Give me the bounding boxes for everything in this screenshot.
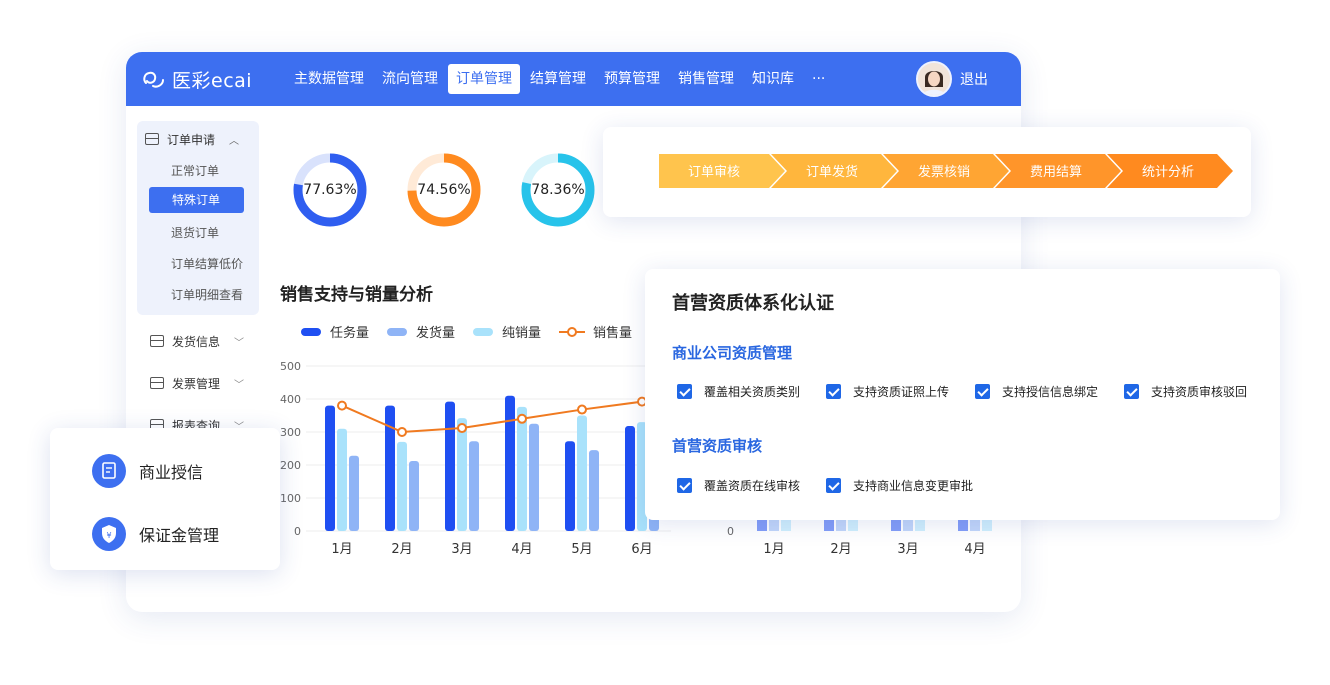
bar-stub — [769, 520, 779, 531]
bar-任务量[interactable] — [325, 405, 335, 531]
x-tick-label: 1月 — [763, 542, 784, 557]
bar-stub — [757, 520, 767, 531]
bar-stub — [970, 520, 980, 531]
qualification-title: 首营资质体系化认证 — [672, 293, 834, 314]
bar-stub — [781, 520, 791, 531]
bar-任务量[interactable] — [565, 441, 575, 531]
credit-card: 商业授信 ¥ 保证金管理 — [50, 428, 280, 570]
checkbox-label: 覆盖相关资质类别 — [704, 385, 801, 399]
bar-发货量[interactable] — [469, 441, 479, 531]
checkbox-label: 支持资质证照上传 — [853, 385, 950, 399]
bar-纯销量[interactable] — [397, 441, 407, 531]
bar-stub — [915, 520, 925, 531]
process-step-label: 费用结算 — [1030, 165, 1082, 180]
x-tick-label: 3月 — [451, 542, 472, 557]
bar-任务量[interactable] — [625, 426, 635, 531]
shield-yuan-icon: ¥ — [92, 517, 126, 551]
checkbox-checked-icon[interactable] — [677, 478, 692, 493]
checkbox-item[interactable]: 支持资质审核驳回 — [1124, 383, 1247, 400]
checkbox-checked-icon[interactable] — [826, 384, 841, 399]
section-title: 商业公司资质管理 — [672, 344, 793, 362]
y-tick-label: 500 — [280, 360, 301, 373]
x-tick-label: 3月 — [897, 542, 918, 557]
line-point[interactable] — [577, 404, 587, 415]
y-tick-label: 0 — [294, 525, 301, 538]
document-icon — [92, 454, 126, 488]
bar-stub — [958, 520, 968, 531]
checkbox-item[interactable]: 覆盖相关资质类别 — [677, 383, 800, 400]
credit-item-label: 保证金管理 — [139, 526, 220, 545]
x-tick-label: 5月 — [571, 542, 592, 557]
checkbox-checked-icon[interactable] — [975, 384, 990, 399]
line-point[interactable] — [517, 413, 527, 424]
bar-stub — [982, 520, 992, 531]
bar-任务量[interactable] — [445, 401, 455, 531]
bar-任务量[interactable] — [505, 395, 515, 531]
bar-发货量[interactable] — [349, 455, 359, 531]
section-title: 首营资质审核 — [672, 437, 763, 455]
y-tick-label: 400 — [280, 393, 301, 406]
line-point[interactable] — [397, 427, 407, 437]
process-flow-card: 订单审核 订单发货 发票核销 费用结算 统计分析 — [603, 127, 1251, 217]
bar-发货量[interactable] — [589, 450, 599, 531]
bar-纯销量[interactable] — [577, 415, 587, 532]
checkbox-item[interactable]: 支持授信信息绑定 — [975, 383, 1098, 400]
checkbox-item[interactable]: 支持商业信息变更审批 — [826, 477, 973, 494]
x-tick-label: 4月 — [964, 542, 985, 557]
bar-stub — [903, 520, 913, 531]
y-tick-label: 200 — [280, 459, 301, 472]
checkbox-checked-icon[interactable] — [1124, 384, 1139, 399]
bar-纯销量[interactable] — [457, 418, 467, 531]
process-step-label: 统计分析 — [1142, 165, 1194, 180]
bar-发货量[interactable] — [409, 461, 419, 531]
line-point[interactable] — [337, 400, 347, 411]
bar-stub — [848, 520, 858, 531]
x-tick-label: 6月 — [631, 542, 652, 557]
process-step-label: 订单审核 — [688, 165, 740, 180]
checkbox-item[interactable]: 覆盖资质在线审核 — [677, 477, 800, 494]
checkbox-label: 支持授信信息绑定 — [1002, 385, 1099, 399]
y-tick-label: 100 — [280, 492, 301, 505]
credit-item-deposit[interactable]: ¥ 保证金管理 — [92, 517, 219, 551]
x-tick-label: 1月 — [331, 542, 352, 557]
x-tick-label: 4月 — [511, 542, 532, 557]
credit-item-label: 商业授信 — [139, 463, 204, 482]
bar-纯销量[interactable] — [337, 428, 347, 531]
bar-stub — [891, 520, 901, 531]
qualification-card: 首营资质体系化认证 商业公司资质管理 覆盖相关资质类别 支持资质证照上传 支持授… — [645, 269, 1280, 520]
checkbox-label: 覆盖资质在线审核 — [704, 479, 801, 493]
bar-stub — [824, 520, 834, 531]
checkbox-item[interactable]: 支持资质证照上传 — [826, 383, 949, 400]
x-tick-label: 2月 — [830, 542, 851, 557]
checkbox-checked-icon[interactable] — [826, 478, 841, 493]
bar-纯销量[interactable] — [517, 406, 527, 531]
checkbox-checked-icon[interactable] — [677, 384, 692, 399]
y-tick-label: 300 — [280, 426, 301, 439]
process-step-label: 订单发货 — [806, 164, 858, 180]
checkbox-label: 支持商业信息变更审批 — [853, 479, 974, 493]
process-flow: 订单审核 订单发货 发票核销 费用结算 统计分析 — [659, 154, 1233, 188]
svg-text:¥: ¥ — [106, 531, 111, 540]
bar-stub — [836, 520, 846, 531]
line-point[interactable] — [457, 423, 467, 434]
x-tick-label: 2月 — [391, 542, 412, 557]
y-tick-label: 0 — [727, 525, 734, 538]
process-step-label: 发票核销 — [918, 164, 970, 180]
checkbox-label: 支持资质审核驳回 — [1151, 385, 1248, 399]
credit-item-business-credit[interactable]: 商业授信 — [92, 454, 203, 488]
bar-发货量[interactable] — [529, 423, 539, 531]
